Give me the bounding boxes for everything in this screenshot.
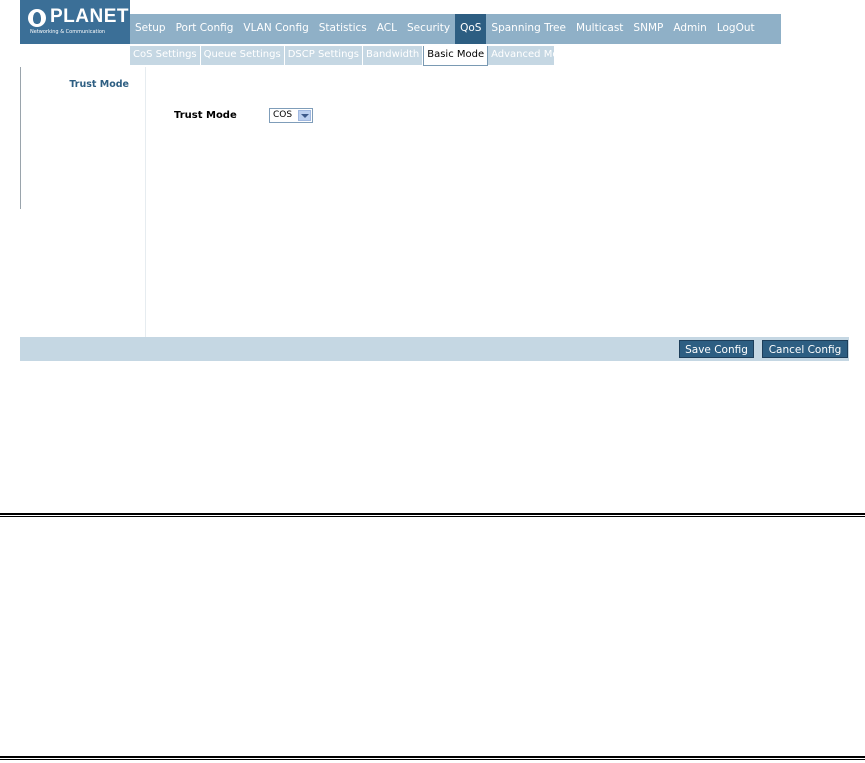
subnav-tab-basic-mode[interactable]: Basic Mode xyxy=(423,46,489,66)
subnav-tab-queue-settings[interactable]: Queue Settings xyxy=(201,46,285,65)
brand-tagline: Networking & Communication xyxy=(30,29,106,35)
trust-mode-select[interactable]: COS xyxy=(269,108,313,123)
left-edge-line xyxy=(20,67,21,209)
subnav-tab-bandwidth[interactable]: Bandwidth xyxy=(363,46,424,65)
main-content: Trust Mode COS xyxy=(146,67,849,337)
trust-mode-value: COS xyxy=(273,110,293,120)
nav-tab-logout[interactable]: LogOut xyxy=(712,14,760,44)
sub-nav: CoS Settings Queue Settings DSCP Settings B… xyxy=(130,46,575,66)
nav-tab-security[interactable]: Security xyxy=(402,14,455,44)
subnav-tab-advanced-mode[interactable]: Advanced Mode xyxy=(488,46,575,65)
cancel-config-button[interactable]: Cancel Config xyxy=(762,340,848,358)
nav-tab-snmp[interactable]: SNMP xyxy=(628,14,668,44)
trust-mode-label: Trust Mode xyxy=(174,110,237,121)
left-menu-item-trust-mode[interactable]: Trust Mode xyxy=(69,79,129,90)
nav-tab-acl[interactable]: ACL xyxy=(372,14,402,44)
nav-tab-qos[interactable]: QoS xyxy=(455,14,487,44)
planet-globe-icon xyxy=(28,9,46,27)
nav-tab-port-config[interactable]: Port Config xyxy=(171,14,239,44)
nav-tab-vlan-config[interactable]: VLAN Config xyxy=(238,14,313,44)
subnav-tab-cos-settings[interactable]: CoS Settings xyxy=(130,46,201,65)
nav-tab-setup[interactable]: Setup xyxy=(130,14,171,44)
chevron-down-icon[interactable] xyxy=(298,110,311,121)
planet-logo: PLANET Networking & Communication xyxy=(20,0,130,44)
subnav-tab-dscp-settings[interactable]: DSCP Settings xyxy=(285,46,363,65)
brand-name: PLANET xyxy=(50,6,129,27)
save-config-button[interactable]: Save Config xyxy=(679,340,754,358)
header-bar: PLANET Networking & Communication Setup P… xyxy=(20,0,849,66)
nav-tab-spanning-tree[interactable]: Spanning Tree xyxy=(486,14,571,44)
page-rule-bottom xyxy=(0,756,865,760)
page-rule-top xyxy=(0,513,865,517)
left-menu: Trust Mode xyxy=(20,67,146,337)
footer-bar: Save Config Cancel Config xyxy=(20,337,849,361)
nav-tab-multicast[interactable]: Multicast xyxy=(571,14,628,44)
nav-tab-statistics[interactable]: Statistics xyxy=(314,14,372,44)
nav-tab-admin[interactable]: Admin xyxy=(668,14,711,44)
switch-web-ui: PLANET Networking & Communication Setup P… xyxy=(20,0,849,361)
main-nav: Setup Port Config VLAN Config Statistics ACL… xyxy=(130,14,781,44)
